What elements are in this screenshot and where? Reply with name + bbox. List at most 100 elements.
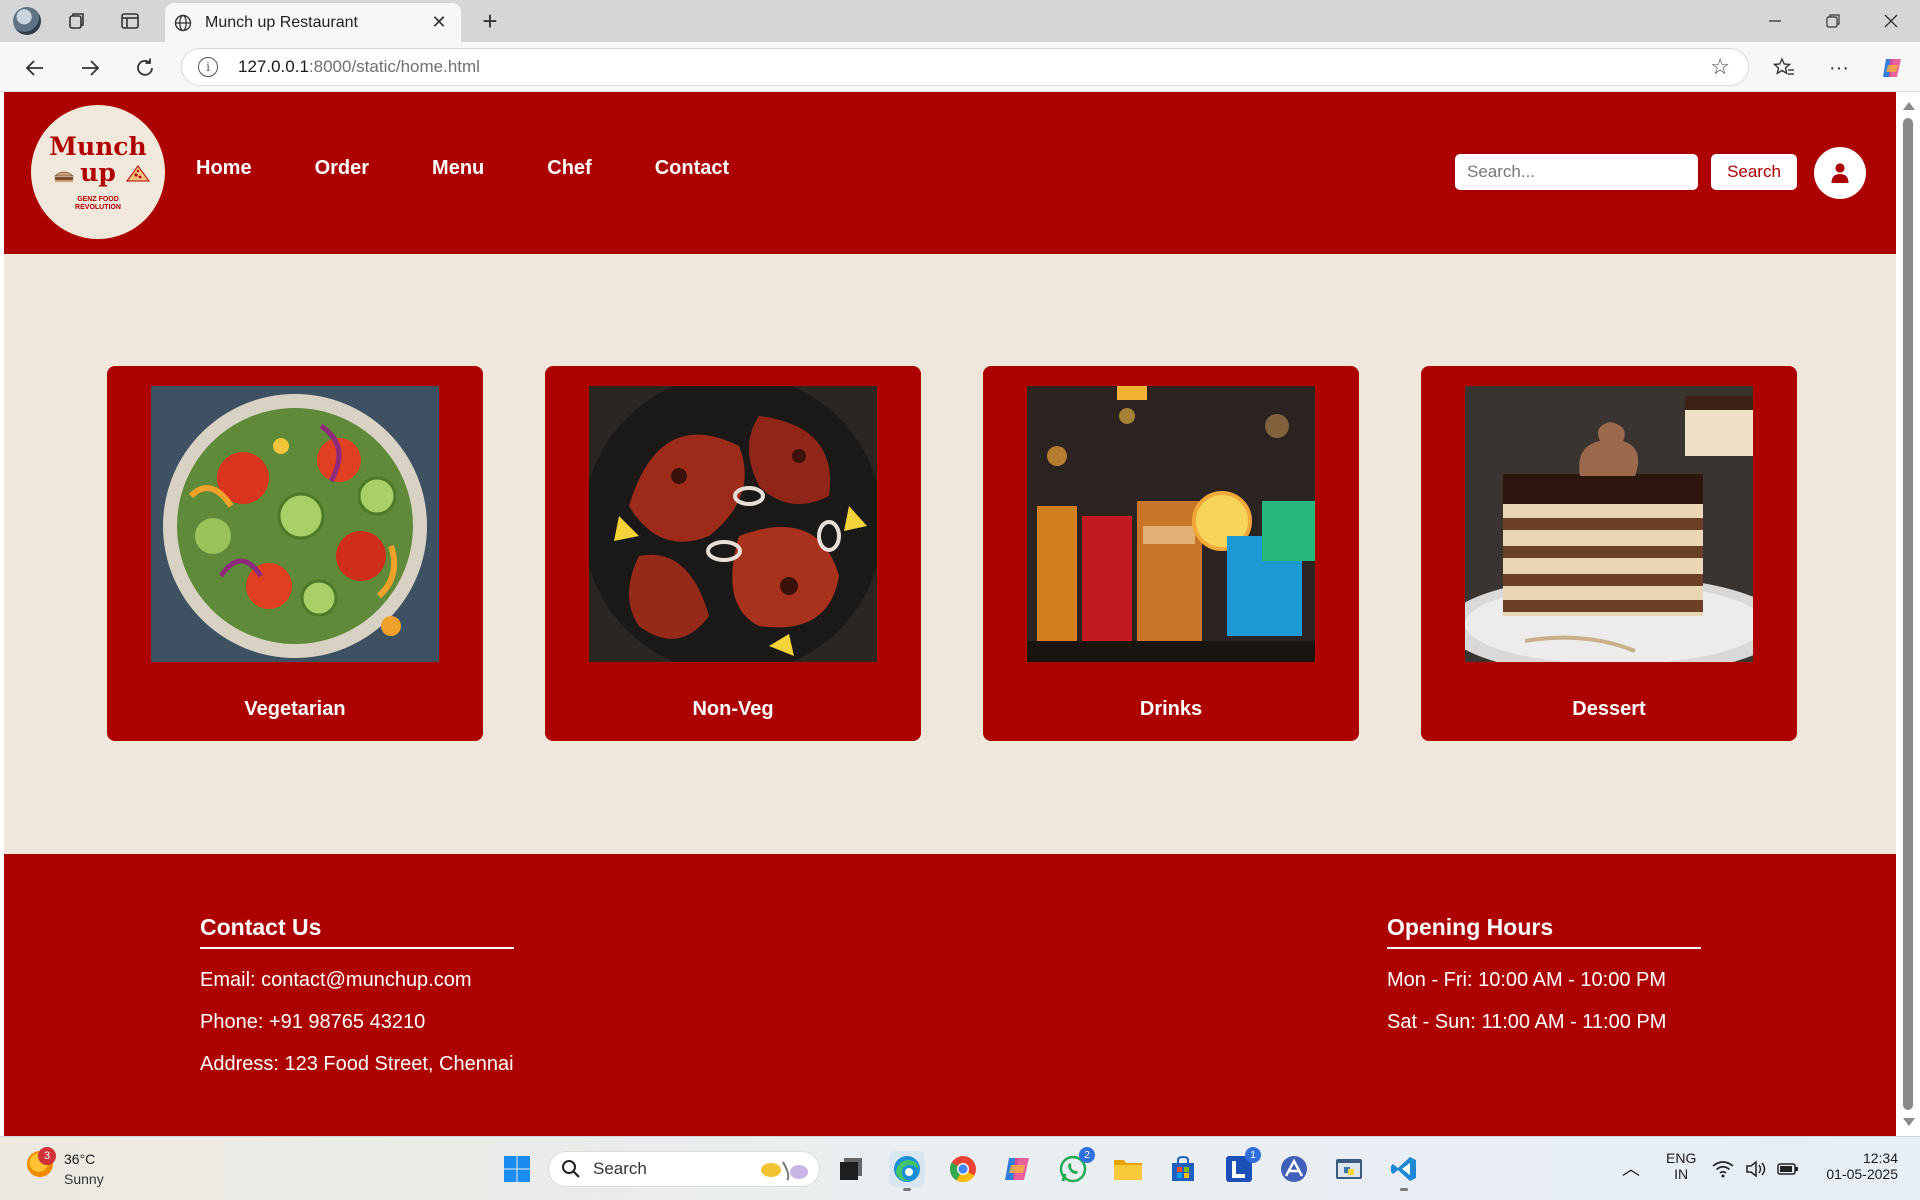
more-options-icon[interactable]: ··· <box>1823 52 1855 84</box>
footer-hours-title: Opening Hours <box>1387 914 1701 949</box>
active-tab[interactable]: Munch up Restaurant ✕ <box>165 3 461 42</box>
l-app-icon[interactable]: 1 <box>1221 1147 1261 1187</box>
python-idle-icon[interactable] <box>1331 1151 1367 1187</box>
site-search-input[interactable] <box>1455 154 1698 190</box>
burger-doodle-icon <box>53 171 75 182</box>
copilot-app-icon[interactable] <box>999 1151 1035 1187</box>
close-window-icon[interactable] <box>1862 0 1920 42</box>
clock-time: 12:34 <box>1862 1150 1898 1166</box>
nav-chef[interactable]: Chef <box>547 157 591 180</box>
address-bar[interactable]: i 127.0.0.1:8000/static/home.html ☆ <box>181 48 1749 86</box>
logo-text-line2: up <box>80 157 116 187</box>
favorite-star-icon[interactable]: ☆ <box>1710 56 1730 78</box>
windows-start-icon[interactable] <box>499 1151 535 1187</box>
layered-cake-image <box>1465 386 1753 662</box>
vertical-tabs-icon[interactable] <box>116 7 144 35</box>
weather-condition[interactable]: Sunny <box>64 1171 104 1187</box>
whatsapp-badge: 2 <box>1079 1147 1095 1163</box>
tab-title: Munch up Restaurant <box>205 13 358 31</box>
page-viewport: Munch up GENZ FOOD REVOLUTION Home Order… <box>4 92 1896 1136</box>
category-label: Non-Veg <box>692 698 774 720</box>
logo-text-line1: Munch <box>49 131 147 161</box>
logo-tagline: GENZ FOOD REVOLUTION <box>75 195 121 211</box>
microsoft-store-icon[interactable] <box>1165 1151 1201 1187</box>
language-line1: ENG <box>1666 1150 1697 1166</box>
footer-weekday-hours: Mon - Fri: 10:00 AM - 10:00 PM <box>1387 969 1666 991</box>
scrollbar-thumb[interactable] <box>1903 118 1913 1110</box>
cocktail-glasses-image <box>1027 386 1315 662</box>
main-nav: Home Order Menu Chef Contact <box>196 157 792 180</box>
site-info-icon[interactable]: i <box>198 57 218 77</box>
favorites-icon[interactable] <box>1768 52 1800 84</box>
nav-order[interactable]: Order <box>315 157 369 180</box>
chrome-icon[interactable] <box>945 1151 981 1187</box>
munch-up-logo[interactable]: Munch up GENZ FOOD REVOLUTION <box>31 105 165 239</box>
category-label: Vegetarian <box>244 698 346 720</box>
category-card-drinks[interactable]: Drinks <box>983 366 1359 741</box>
battery-icon[interactable] <box>1774 1151 1802 1187</box>
globe-icon <box>173 13 193 33</box>
category-card-non-veg[interactable]: Non-Veg <box>545 366 921 741</box>
restore-icon[interactable] <box>1804 0 1862 42</box>
minimize-icon[interactable] <box>1746 0 1804 42</box>
file-explorer-icon[interactable] <box>1110 1151 1146 1187</box>
footer-address: Address: 123 Food Street, Chennai <box>200 1053 514 1075</box>
task-view-icon[interactable] <box>833 1151 869 1187</box>
category-label: Dessert <box>1572 698 1646 720</box>
page-scrollbar[interactable] <box>1896 92 1920 1136</box>
footer-contact-title: Contact Us <box>200 914 514 949</box>
salad-bowl-image <box>151 386 439 662</box>
nav-home[interactable]: Home <box>196 157 252 180</box>
search-icon <box>562 1160 580 1178</box>
pizza-doodle-icon <box>126 165 150 182</box>
scroll-up-icon[interactable] <box>1903 102 1915 110</box>
refresh-icon[interactable] <box>129 52 161 84</box>
edge-browser-icon[interactable] <box>889 1151 925 1191</box>
active-indicator <box>903 1188 911 1191</box>
category-card-dessert[interactable]: Dessert <box>1421 366 1797 741</box>
arc-app-icon[interactable] <box>1276 1151 1312 1187</box>
site-search-button[interactable]: Search <box>1711 154 1797 190</box>
url-text: 127.0.0.1:8000/static/home.html <box>238 57 480 76</box>
site-header: Munch up GENZ FOOD REVOLUTION Home Order… <box>4 92 1896 254</box>
category-label: Drinks <box>1139 698 1203 720</box>
site-footer: Contact Us Email: contact@munchup.com Ph… <box>4 854 1896 1136</box>
workspaces-icon[interactable] <box>63 7 91 35</box>
whatsapp-icon[interactable]: 2 <box>1055 1147 1095 1187</box>
weather-badge: 3 <box>38 1147 56 1165</box>
profile-avatar[interactable] <box>13 7 41 35</box>
nav-contact[interactable]: Contact <box>655 157 729 180</box>
browser-toolbar: i 127.0.0.1:8000/static/home.html ☆ ··· <box>0 42 1920 92</box>
footer-contact: Contact Us Email: contact@munchup.com Ph… <box>200 914 514 1076</box>
clock-date: 01-05-2025 <box>1826 1166 1898 1182</box>
user-icon <box>1831 163 1849 183</box>
copilot-icon[interactable] <box>1876 52 1908 84</box>
active-indicator <box>1400 1188 1408 1191</box>
search-highlight-icon <box>761 1161 808 1181</box>
windows-taskbar: 3 36°C Sunny Search 2 1 ︿ ENG IN 12:34 0… <box>0 1136 1920 1200</box>
taskbar-search-label: Search <box>593 1159 647 1178</box>
input-language[interactable]: ENG IN <box>1666 1150 1696 1182</box>
browser-tab-bar: Munch up Restaurant ✕ + <box>0 0 1920 42</box>
taskbar-search[interactable]: Search <box>548 1151 820 1187</box>
footer-weekend-hours: Sat - Sun: 11:00 AM - 11:00 PM <box>1387 1011 1667 1033</box>
show-hidden-icons-chevron[interactable]: ︿ <box>1622 1155 1640 1181</box>
close-tab-icon[interactable]: ✕ <box>425 9 453 37</box>
category-card-vegetarian[interactable]: Vegetarian <box>107 366 483 741</box>
footer-email: Email: contact@munchup.com <box>200 969 472 991</box>
weather-temp[interactable]: 36°C <box>64 1151 95 1167</box>
l-app-badge: 1 <box>1245 1147 1261 1163</box>
clock[interactable]: 12:34 01-05-2025 <box>1816 1150 1898 1182</box>
nav-menu[interactable]: Menu <box>432 157 484 180</box>
new-tab-icon[interactable]: + <box>476 6 504 36</box>
forward-icon[interactable] <box>74 52 106 84</box>
footer-phone: Phone: +91 98765 43210 <box>200 1011 426 1033</box>
tandoori-chicken-image <box>589 386 877 662</box>
vscode-icon[interactable] <box>1386 1151 1422 1191</box>
user-profile-button[interactable] <box>1814 147 1866 199</box>
wifi-icon[interactable] <box>1709 1151 1737 1187</box>
volume-icon[interactable] <box>1743 1151 1771 1187</box>
scroll-down-icon[interactable] <box>1903 1118 1915 1126</box>
back-icon[interactable] <box>19 52 51 84</box>
footer-hours: Opening Hours Mon - Fri: 10:00 AM - 10:0… <box>1387 914 1701 1034</box>
